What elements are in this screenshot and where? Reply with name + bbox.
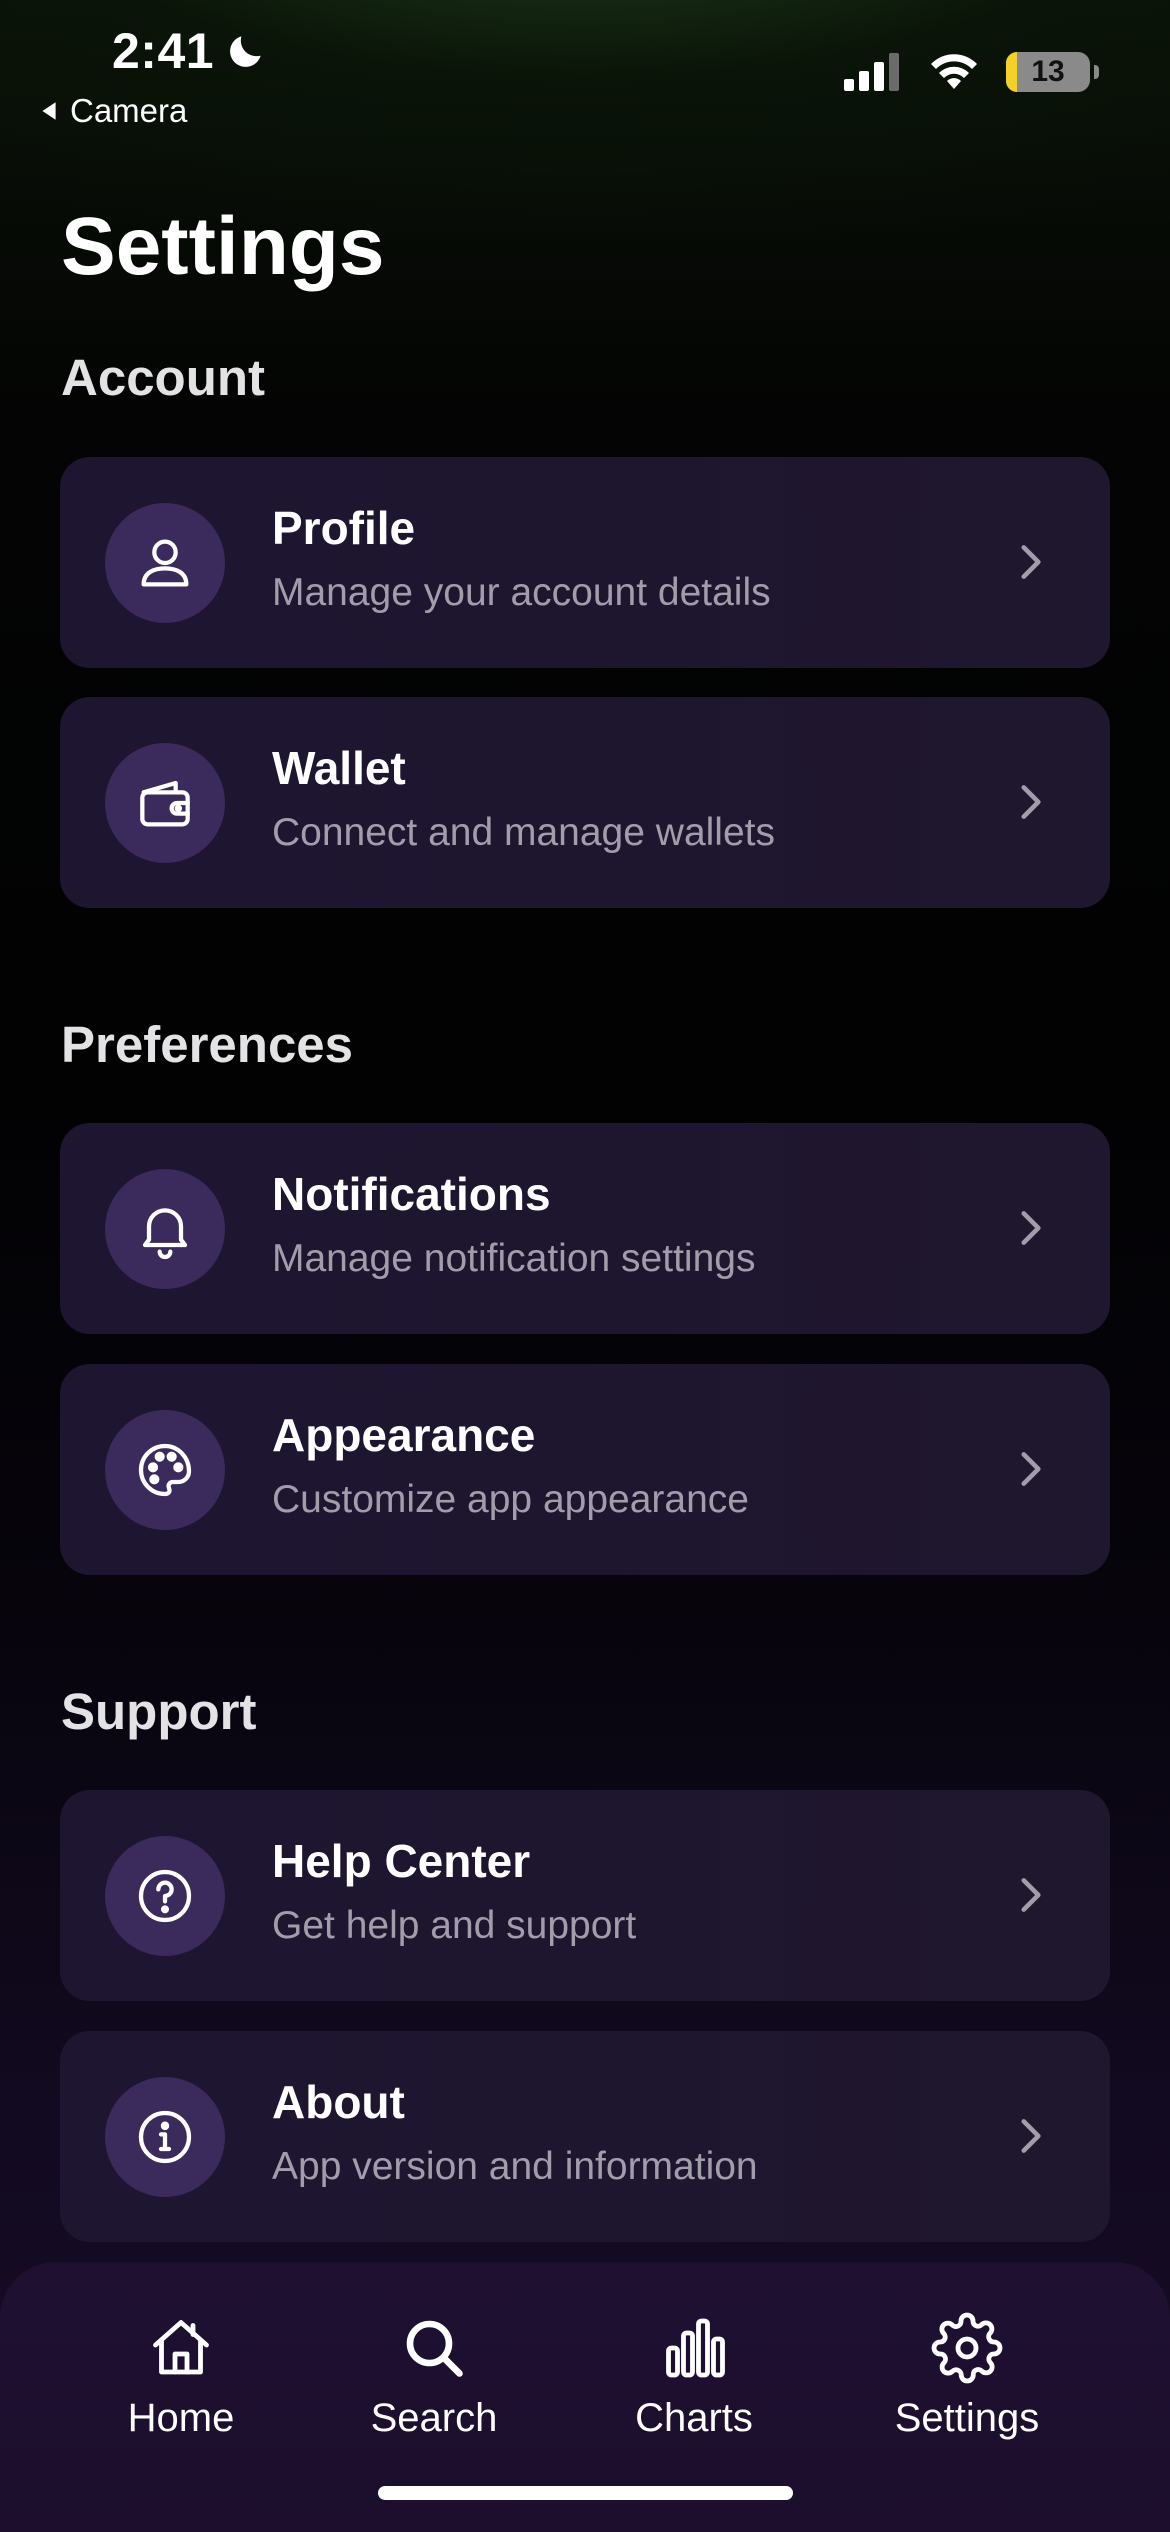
page-title: Settings [61, 201, 385, 292]
gear-icon [931, 2312, 1003, 2384]
section-title-preferences: Preferences [61, 1016, 354, 1073]
tab-label: Search [370, 2396, 498, 2440]
section-title-account: Account [61, 349, 265, 406]
tab-label: Charts [635, 2396, 753, 2440]
info-icon [105, 2077, 225, 2197]
back-to-app-link[interactable]: Camera [38, 92, 187, 130]
settings-item-title: Help Center [272, 1835, 531, 1887]
settings-item-title: Notifications [272, 1168, 551, 1220]
wallet-icon [105, 743, 225, 863]
battery-indicator: 13 [1006, 52, 1099, 92]
battery-fill [1006, 52, 1017, 92]
palette-icon [105, 1410, 225, 1530]
chevron-right-icon [1021, 2119, 1041, 2153]
back-app-label: Camera [70, 92, 188, 129]
chevron-right-icon [1021, 785, 1041, 819]
settings-item-subtitle: App version and information [272, 2145, 758, 2188]
search-icon [406, 2320, 463, 2377]
back-caret-icon [42, 102, 56, 120]
status-bar: 2:41 Camera 13 [0, 0, 1170, 150]
settings-item-appearance[interactable]: Appearance Customize app appearance [60, 1364, 1110, 1575]
settings-item-subtitle: Manage notification settings [272, 1237, 756, 1280]
chevron-right-icon [1021, 545, 1041, 579]
battery-nub [1094, 65, 1099, 79]
home-icon [153, 2320, 209, 2375]
settings-item-wallet[interactable]: Wallet Connect and manage wallets [60, 697, 1110, 908]
tab-home[interactable]: Home [71, 2312, 291, 2441]
bar-chart-icon [666, 2318, 725, 2378]
settings-item-subtitle: Get help and support [272, 1904, 637, 1947]
settings-item-subtitle: Customize app appearance [272, 1478, 749, 1521]
tab-label: Settings [894, 2396, 1040, 2440]
tab-charts[interactable]: Charts [584, 2312, 804, 2441]
settings-item-subtitle: Manage your account details [272, 571, 771, 614]
user-icon [105, 503, 225, 623]
chevron-right-icon [1021, 1878, 1041, 1912]
settings-item-subtitle: Connect and manage wallets [272, 811, 775, 854]
settings-item-notifications[interactable]: Notifications Manage notification settin… [60, 1123, 1110, 1334]
question-icon [105, 1836, 225, 1956]
status-time: 2:41 [112, 22, 268, 80]
settings-item-profile[interactable]: Profile Manage your account details [60, 457, 1110, 668]
tab-label: Home [127, 2396, 235, 2440]
chevron-right-icon [1021, 1452, 1041, 1486]
section-title-support: Support [61, 1683, 257, 1740]
status-time-text: 2:41 [112, 23, 215, 79]
tab-search[interactable]: Search [324, 2312, 544, 2441]
moon-icon [230, 36, 261, 67]
settings-item-title: Wallet [272, 742, 406, 794]
home-indicator[interactable] [378, 2486, 793, 2500]
settings-item-help-center[interactable]: Help Center Get help and support [60, 1790, 1110, 2001]
settings-item-about[interactable]: About App version and information [60, 2031, 1110, 2242]
status-indicators: 13 [844, 52, 1099, 92]
tab-settings[interactable]: Settings [857, 2312, 1077, 2441]
battery-percent: 13 [1031, 55, 1065, 88]
settings-item-title: Profile [272, 502, 416, 554]
bell-icon [105, 1169, 225, 1289]
settings-item-title: About [272, 2076, 405, 2128]
wifi-icon [931, 54, 977, 89]
settings-item-title: Appearance [272, 1409, 536, 1461]
cellular-signal-icon [844, 53, 899, 91]
chevron-right-icon [1021, 1211, 1041, 1245]
